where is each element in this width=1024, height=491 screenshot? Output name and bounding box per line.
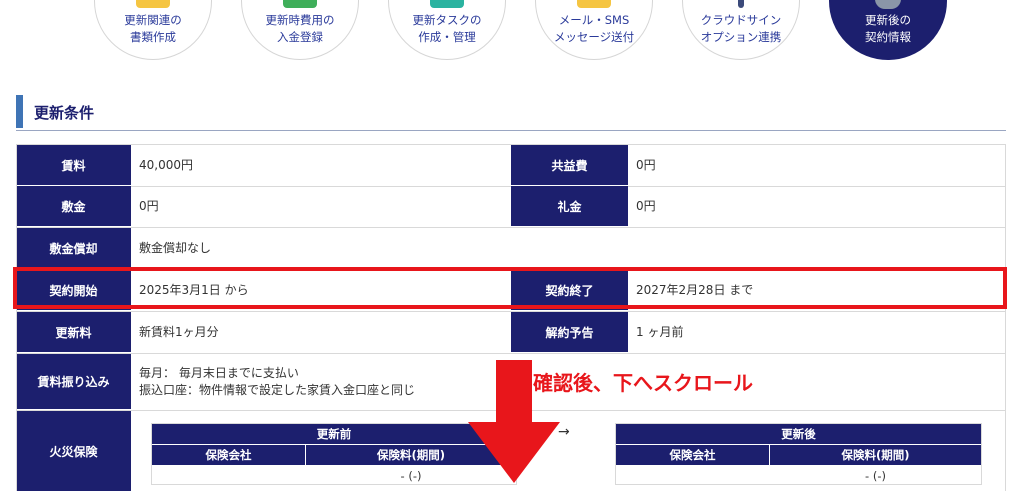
step-label: 契約情報: [865, 30, 911, 44]
step-renewal-documents[interactable]: 更新関連の 書類作成: [94, 0, 212, 60]
insurance-before-table: 更新前 保険会社 保険料(期間) - (-): [151, 423, 517, 485]
section-header: 更新条件: [16, 95, 1006, 131]
document-icon: [136, 0, 170, 8]
cancel-notice-label: 解約予告: [511, 312, 628, 353]
contract-end-label: 契約終了: [511, 270, 628, 311]
key-money-label: 礼金: [511, 186, 628, 227]
key-money-value: 0円: [636, 199, 656, 213]
cancel-notice-value: 1 ヶ月前: [636, 325, 684, 339]
renewal-fee-value: 新賃料1ヶ月分: [139, 325, 219, 339]
deposit-amortization-label: 敷金償却: [16, 228, 131, 269]
table-row: 契約開始 2025年3月1日 から 契約終了 2027年2月28日 まで: [16, 270, 1006, 312]
insurance-company-header: 保険会社: [152, 445, 306, 465]
section-title: 更新条件: [34, 104, 95, 122]
common-fee-label: 共益費: [511, 145, 628, 186]
contract-start-label: 契約開始: [16, 270, 131, 311]
step-label: 更新関連の: [124, 13, 182, 27]
step-cloudsign[interactable]: クラウドサイン オプション連携: [682, 0, 800, 60]
rent-transfer-label: 賃料振り込み: [16, 354, 131, 410]
deposit-label: 敷金: [16, 186, 131, 227]
step-label: クラウドサイン: [700, 13, 782, 27]
table-row: 更新料 新賃料1ヶ月分 解約予告 1 ヶ月前: [16, 312, 1006, 354]
workflow-steps: 更新関連の書類作成 更新時費用の 入金登録 更新タスクの 作成・管理 メール・SMS…: [0, 0, 1024, 70]
table-border: [16, 144, 17, 491]
renewal-fee-label: 更新料: [16, 312, 131, 353]
step-contract-info[interactable]: 更新後の 契約情報: [829, 0, 947, 60]
step-renewal-payment[interactable]: 更新時費用の 入金登録: [241, 0, 359, 60]
contract-end-value: 2027年2月28日 まで: [636, 283, 754, 297]
table-row: 敷金 0円 礼金 0円: [16, 186, 1006, 228]
fire-insurance-label: 火災保険: [16, 411, 131, 491]
step-label: 作成・管理: [418, 30, 476, 44]
task-icon: [430, 0, 464, 8]
person-icon: [875, 0, 901, 9]
deposit-amortization-value: 敷金償却なし: [139, 241, 212, 255]
step-label: 更新タスクの: [412, 13, 482, 27]
table-row: 賃料 40,000円 共益費 0円: [16, 144, 1006, 187]
rent-label: 賃料: [16, 145, 131, 186]
step-mail-sms[interactable]: メール・SMS メッセージ送付: [535, 0, 653, 60]
step-label: 更新後の: [865, 13, 911, 27]
scroll-instruction: 確認後、下へスクロール: [533, 371, 753, 395]
payment-icon: [283, 0, 317, 8]
rent-value: 40,000円: [139, 158, 193, 172]
step-label: 更新時費用の: [265, 13, 335, 27]
step-label: オプション連携: [700, 30, 782, 44]
insurance-before-title: 更新前: [152, 424, 516, 445]
step-label: 入金登録: [277, 30, 323, 44]
insurance-premium-value: - (-): [865, 469, 886, 483]
deposit-value: 0円: [139, 199, 159, 213]
insurance-premium-header: 保険料(期間): [770, 445, 981, 465]
step-renewal-tasks[interactable]: 更新タスクの 作成・管理: [388, 0, 506, 60]
table-row: 敷金償却 敷金償却なし: [16, 228, 1006, 270]
insurance-after-title: 更新後: [616, 424, 981, 445]
common-fee-value: 0円: [636, 158, 656, 172]
insurance-after-table: 更新後 保険会社 保険料(期間) - (-): [615, 423, 982, 485]
pen-icon: [738, 0, 744, 8]
step-label: 書類作成: [130, 30, 176, 44]
contract-start-value: 2025年3月1日 から: [139, 283, 249, 297]
step-label: メール・SMS: [558, 13, 630, 27]
mail-icon: [577, 0, 611, 8]
table-border: [1005, 144, 1006, 491]
step-label: メッセージ送付: [553, 30, 635, 44]
section-accent-bar: [16, 95, 23, 128]
insurance-company-header: 保険会社: [616, 445, 770, 465]
